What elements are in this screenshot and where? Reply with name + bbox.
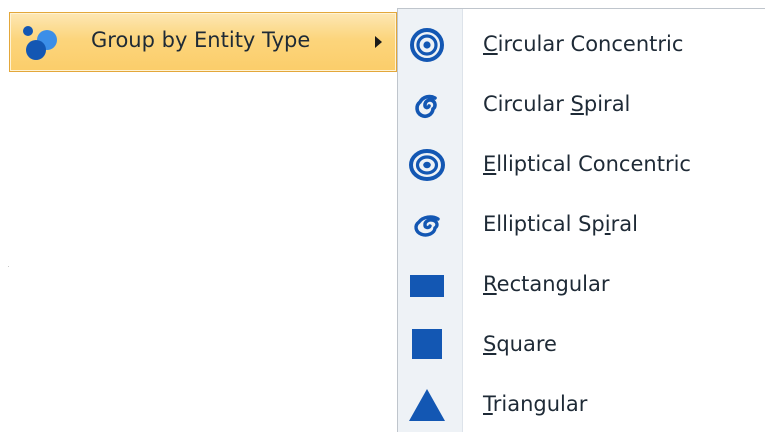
menu-item-label: Circular Concentric <box>483 32 684 56</box>
menu-item-label: Triangular <box>483 392 588 416</box>
submenu-arrow-icon <box>375 36 382 48</box>
elliptical-concentric-icon <box>409 149 445 181</box>
elliptical-spiral-icon <box>414 215 440 237</box>
rectangle-icon <box>410 275 444 297</box>
menu-item-label: Circular Spiral <box>483 92 631 116</box>
group-bubbles-icon <box>23 26 57 60</box>
menu-item-circular-spiral[interactable]: Circular Spiral <box>398 75 765 135</box>
menu-item-triangular[interactable]: Triangular <box>398 375 765 432</box>
menu-item-label: Square <box>483 332 557 356</box>
context-menu-screen: Group by Entity Type Circular Concentric… <box>0 0 765 432</box>
menu-item-label: Rectangular <box>483 272 610 296</box>
triangle-icon <box>409 389 445 421</box>
menu-item-label: Elliptical Spiral <box>483 212 638 236</box>
menu-item-elliptical-spiral[interactable]: Elliptical Spiral <box>398 195 765 255</box>
menu-item-square[interactable]: Square <box>398 315 765 375</box>
menu-item-rectangular[interactable]: Rectangular <box>398 255 765 315</box>
menu-item-elliptical-concentric[interactable]: Elliptical Concentric <box>398 135 765 195</box>
menu-item-circular-concentric[interactable]: Circular Concentric <box>398 15 765 75</box>
square-icon <box>412 329 442 359</box>
concentric-circles-icon <box>410 28 444 62</box>
menu-item-group-by-entity-type[interactable]: Group by Entity Type <box>9 12 397 72</box>
menu-item-label: Group by Entity Type <box>91 28 311 52</box>
spiral-icon <box>415 94 437 118</box>
background-speck <box>8 266 9 267</box>
menu-item-label: Elliptical Concentric <box>483 152 691 176</box>
submenu-group-layouts: Circular Concentric Circular Spiral Elli… <box>397 8 765 432</box>
